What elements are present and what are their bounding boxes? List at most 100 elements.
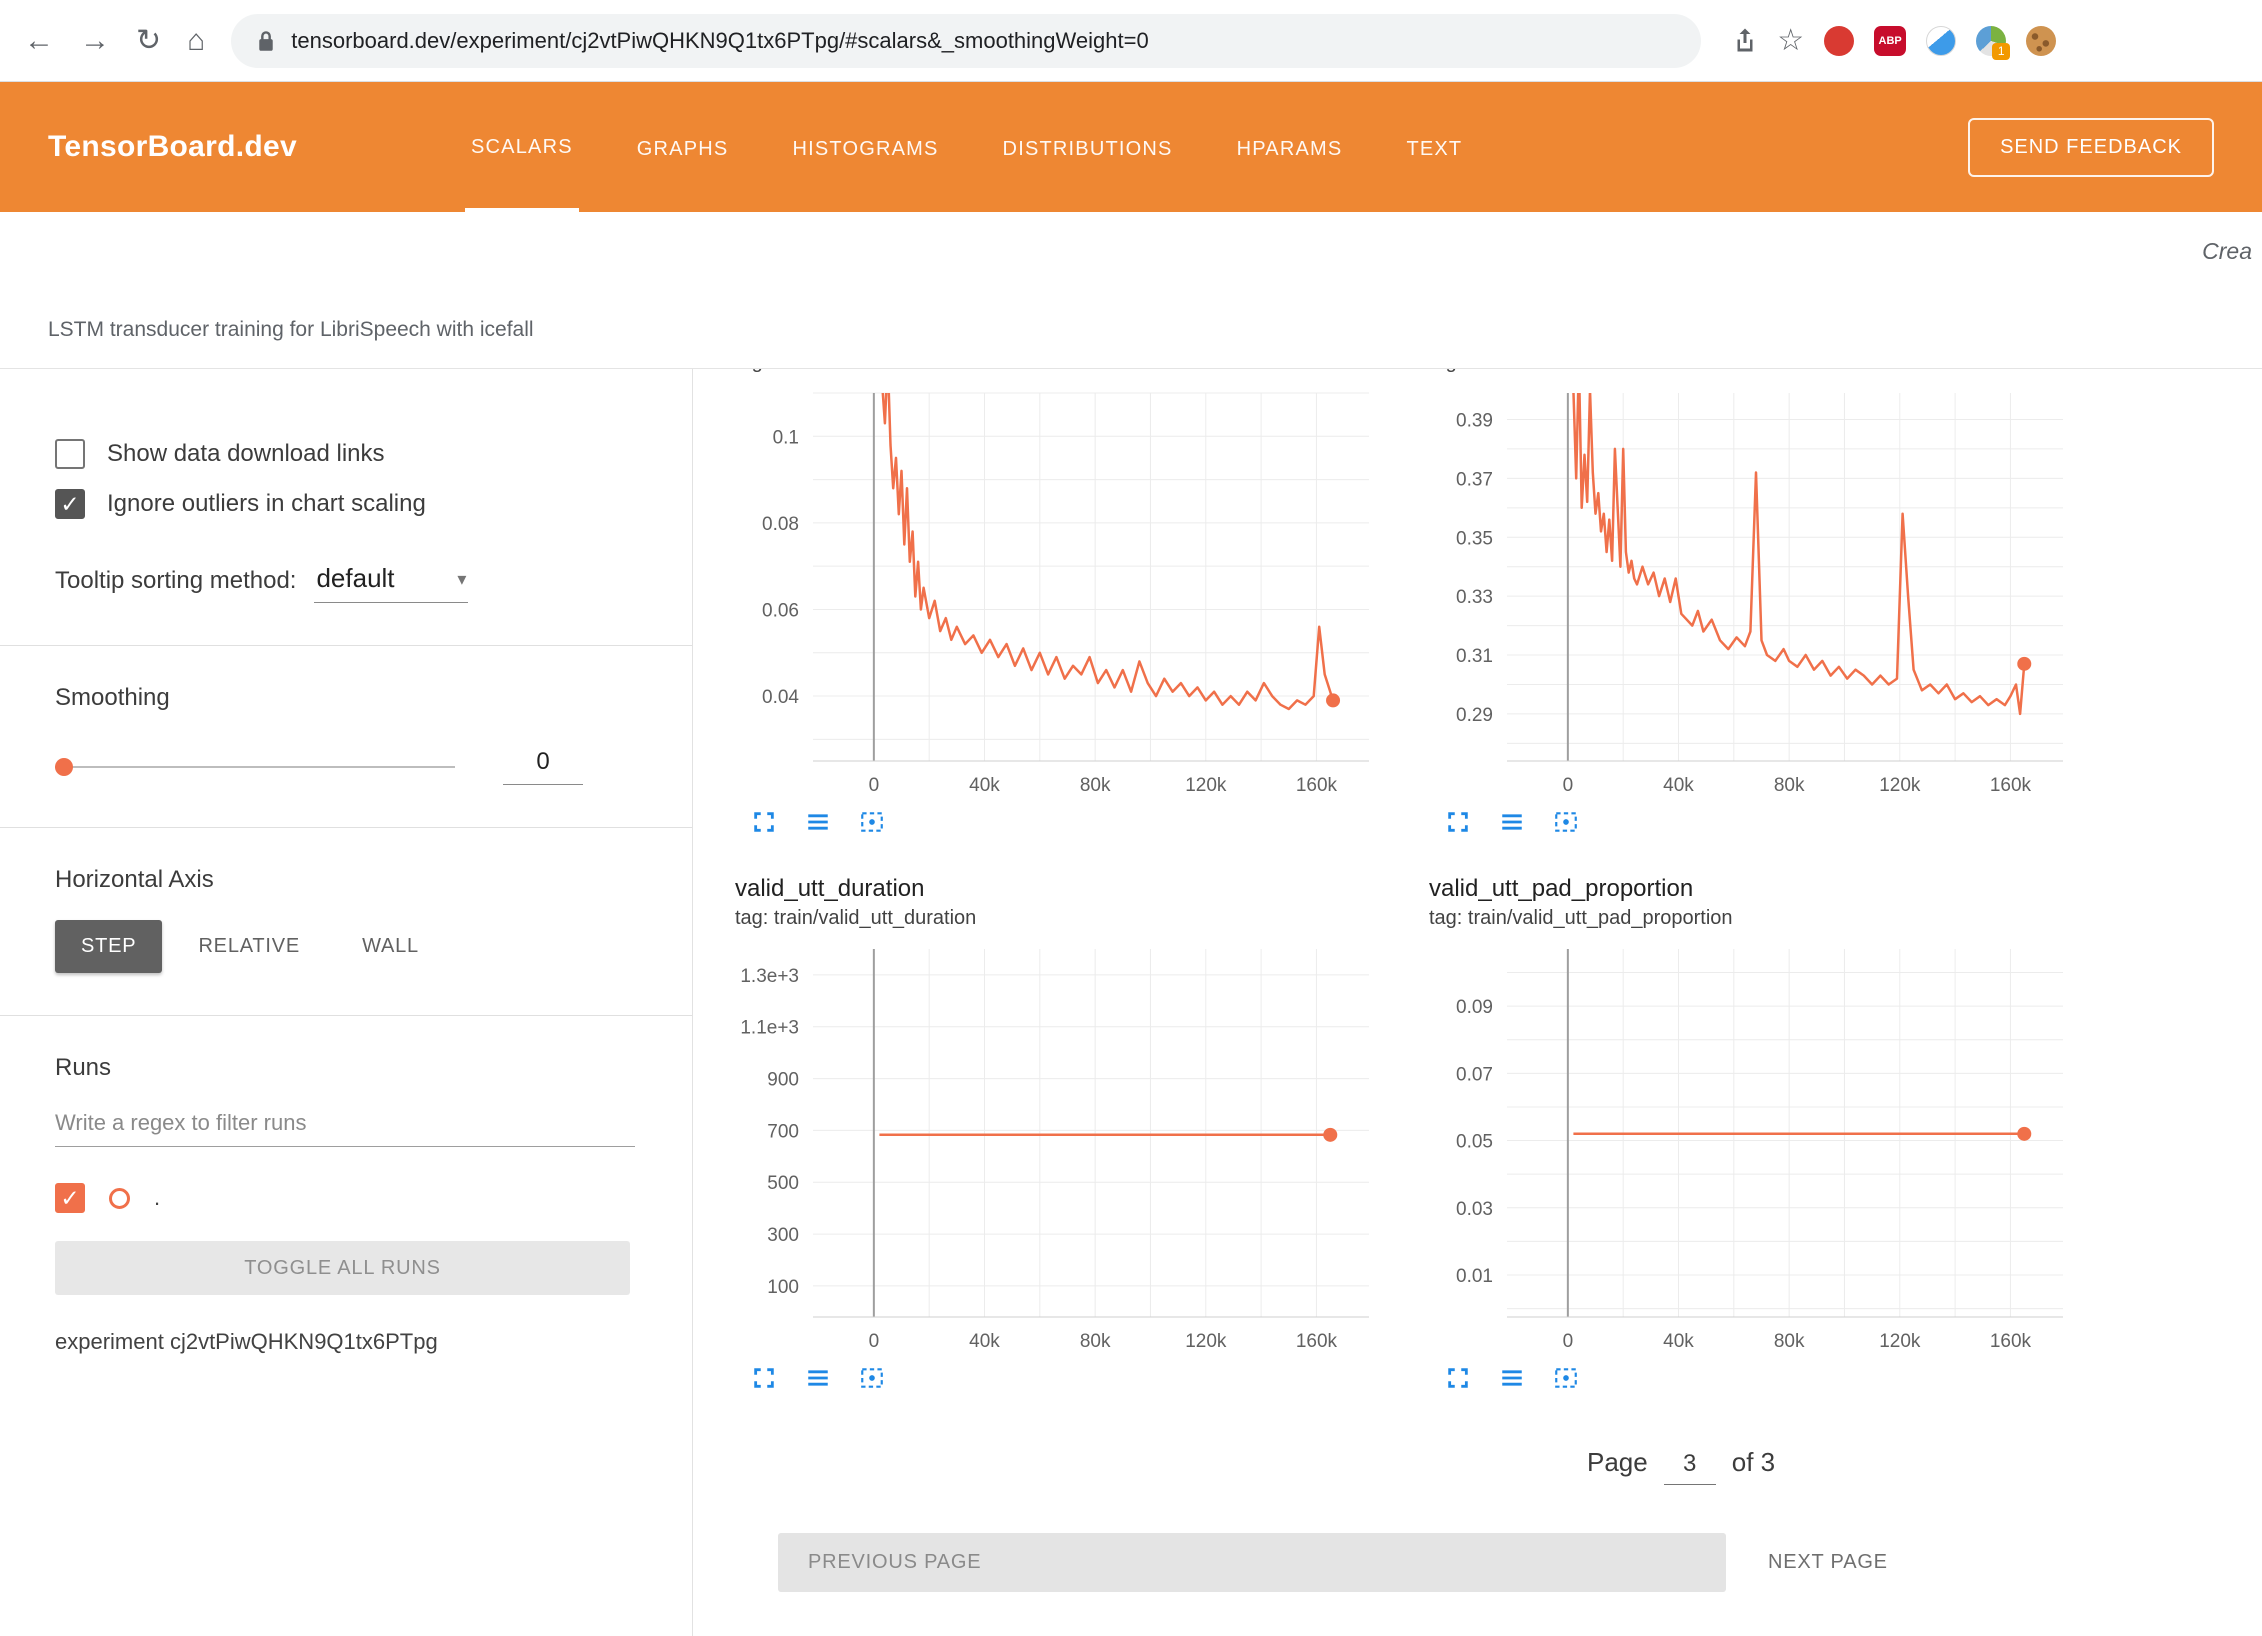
svg-text:0.35: 0.35	[1456, 528, 1493, 549]
check-icon: ✓	[60, 491, 79, 518]
svg-text:0.07: 0.07	[1456, 1064, 1493, 1085]
expand-chart-icon[interactable]	[751, 1365, 777, 1391]
tab-graphs[interactable]: GRAPHS	[631, 82, 735, 212]
horizontal-axis-buttons: STEP RELATIVE WALL	[55, 920, 672, 973]
chart-actions	[735, 1365, 1413, 1391]
axis-relative-button[interactable]: RELATIVE	[172, 920, 326, 973]
created-text-clipped: Crea	[2202, 238, 2252, 265]
svg-text:120k: 120k	[1879, 1331, 1921, 1352]
fit-domain-icon[interactable]	[859, 1365, 885, 1391]
chart-title: valid_utt_pad_proportion	[1429, 873, 2107, 904]
show-download-label: Show data download links	[107, 440, 385, 468]
svg-text:80k: 80k	[1080, 1331, 1111, 1352]
scalar-chart[interactable]: 0.040.060.080.1040k80k120k160k	[735, 391, 1375, 797]
run-color-swatch	[109, 1188, 130, 1209]
tab-hparams[interactable]: HPARAMS	[1231, 82, 1349, 212]
reload-icon[interactable]: ↻	[136, 26, 161, 56]
show-download-row[interactable]: Show data download links	[55, 439, 672, 469]
run-checkbox[interactable]: ✓	[55, 1183, 85, 1213]
chart-card: tag: train/… 0.290.310.330.350.370.39040…	[1429, 369, 2107, 835]
smoothing-slider[interactable]	[55, 757, 455, 777]
axis-step-button[interactable]: STEP	[55, 920, 162, 973]
app-header: TensorBoard.dev SCALARS GRAPHS HISTOGRAM…	[0, 82, 2262, 212]
axis-wall-button[interactable]: WALL	[336, 920, 445, 973]
svg-text:0.31: 0.31	[1456, 646, 1493, 667]
svg-text:0.33: 0.33	[1456, 587, 1493, 608]
divider	[0, 827, 693, 828]
extension-abp-icon[interactable]: ABP	[1874, 26, 1906, 56]
chart-actions	[1429, 1365, 2107, 1391]
bookmark-star-icon[interactable]: ☆	[1777, 23, 1804, 58]
scalar-chart[interactable]: 0.290.310.330.350.370.39040k80k120k160k	[1429, 391, 2069, 797]
main-nav: SCALARS GRAPHS HISTOGRAMS DISTRIBUTIONS …	[465, 82, 1468, 212]
chart-tag: tag: train/valid_utt_duration	[735, 904, 1413, 933]
browser-actions: ☆ ABP 1	[1733, 23, 2056, 58]
fit-domain-icon[interactable]	[1553, 1365, 1579, 1391]
forward-icon[interactable]: →	[80, 26, 110, 56]
svg-text:0.04: 0.04	[762, 687, 799, 708]
page-label: Page	[1587, 1447, 1648, 1478]
extension-avatar-icon[interactable]: 1	[1976, 26, 2006, 56]
svg-text:0.39: 0.39	[1456, 410, 1493, 431]
slider-thumb[interactable]	[55, 758, 73, 776]
runs-list-icon[interactable]	[1499, 1365, 1525, 1391]
tooltip-sorting-value: default	[316, 563, 394, 593]
svg-text:40k: 40k	[1663, 775, 1694, 796]
extension-red-icon[interactable]	[1824, 26, 1854, 56]
svg-text:0.09: 0.09	[1456, 997, 1493, 1018]
notification-badge: 1	[1992, 43, 2010, 60]
chevron-down-icon: ▾	[457, 569, 466, 590]
tooltip-sorting-dropdown[interactable]: default ▾	[314, 563, 468, 603]
expand-chart-icon[interactable]	[751, 809, 777, 835]
runs-filter-input[interactable]	[55, 1110, 635, 1147]
tooltip-sorting-row: Tooltip sorting method: default ▾	[55, 563, 672, 603]
svg-text:160k: 160k	[1296, 1331, 1338, 1352]
horizontal-axis-label: Horizontal Axis	[55, 866, 672, 894]
previous-page-button[interactable]: PREVIOUS PAGE	[778, 1533, 1726, 1592]
back-icon[interactable]: ←	[24, 26, 54, 56]
experiment-description: LSTM transducer training for LibriSpeech…	[48, 318, 534, 342]
slider-track	[55, 766, 455, 768]
svg-text:0: 0	[1563, 1331, 1574, 1352]
runs-list-icon[interactable]	[805, 1365, 831, 1391]
scalar-chart[interactable]: 0.010.030.050.070.09040k80k120k160k	[1429, 947, 2069, 1353]
fit-domain-icon[interactable]	[1553, 809, 1579, 835]
smoothing-label: Smoothing	[55, 684, 672, 712]
chart-tag: tag: train/valid_utt_pad_proportion	[1429, 904, 2107, 933]
cookie-icon[interactable]	[2026, 26, 2056, 56]
scalar-chart[interactable]: 1003005007009001.1e+31.3e+3040k80k120k16…	[735, 947, 1375, 1353]
show-download-checkbox[interactable]	[55, 439, 85, 469]
app-logo: TensorBoard.dev	[48, 130, 297, 164]
share-icon[interactable]	[1733, 27, 1757, 55]
expand-chart-icon[interactable]	[1445, 809, 1471, 835]
fit-domain-icon[interactable]	[859, 809, 885, 835]
ignore-outliers-checkbox[interactable]: ✓	[55, 489, 85, 519]
extension-blue-icon[interactable]	[1926, 26, 1956, 56]
run-row[interactable]: ✓ .	[55, 1183, 672, 1213]
smoothing-value-input[interactable]: 0	[503, 748, 583, 785]
tab-scalars[interactable]: SCALARS	[465, 82, 579, 212]
runs-list-icon[interactable]	[1499, 809, 1525, 835]
toggle-all-runs-button[interactable]: TOGGLE ALL RUNS	[55, 1241, 630, 1295]
tab-histograms[interactable]: HISTOGRAMS	[786, 82, 944, 212]
expand-chart-icon[interactable]	[1445, 1365, 1471, 1391]
runs-list-icon[interactable]	[805, 809, 831, 835]
svg-text:0.1: 0.1	[773, 427, 799, 448]
address-bar[interactable]: tensorboard.dev/experiment/cj2vtPiwQHKN9…	[231, 14, 1701, 68]
svg-text:0.37: 0.37	[1456, 469, 1493, 490]
tab-distributions[interactable]: DISTRIBUTIONS	[997, 82, 1179, 212]
experiment-subheader: Crea LSTM transducer training for LibriS…	[0, 212, 2262, 369]
svg-text:120k: 120k	[1185, 1331, 1227, 1352]
svg-text:0.05: 0.05	[1456, 1132, 1493, 1153]
chart-tag: tag: train/…	[1429, 369, 2107, 377]
next-page-button[interactable]: NEXT PAGE	[1762, 1550, 1894, 1575]
tab-text[interactable]: TEXT	[1400, 82, 1468, 212]
url-text[interactable]: tensorboard.dev/experiment/cj2vtPiwQHKN9…	[291, 28, 1148, 54]
home-icon[interactable]: ⌂	[187, 26, 205, 56]
svg-text:40k: 40k	[969, 1331, 1000, 1352]
page-number-input[interactable]: 3	[1664, 1450, 1716, 1485]
ignore-outliers-row[interactable]: ✓ Ignore outliers in chart scaling	[55, 489, 672, 519]
svg-text:160k: 160k	[1296, 775, 1338, 796]
send-feedback-button[interactable]: SEND FEEDBACK	[1968, 118, 2214, 177]
svg-text:0.08: 0.08	[762, 514, 799, 535]
